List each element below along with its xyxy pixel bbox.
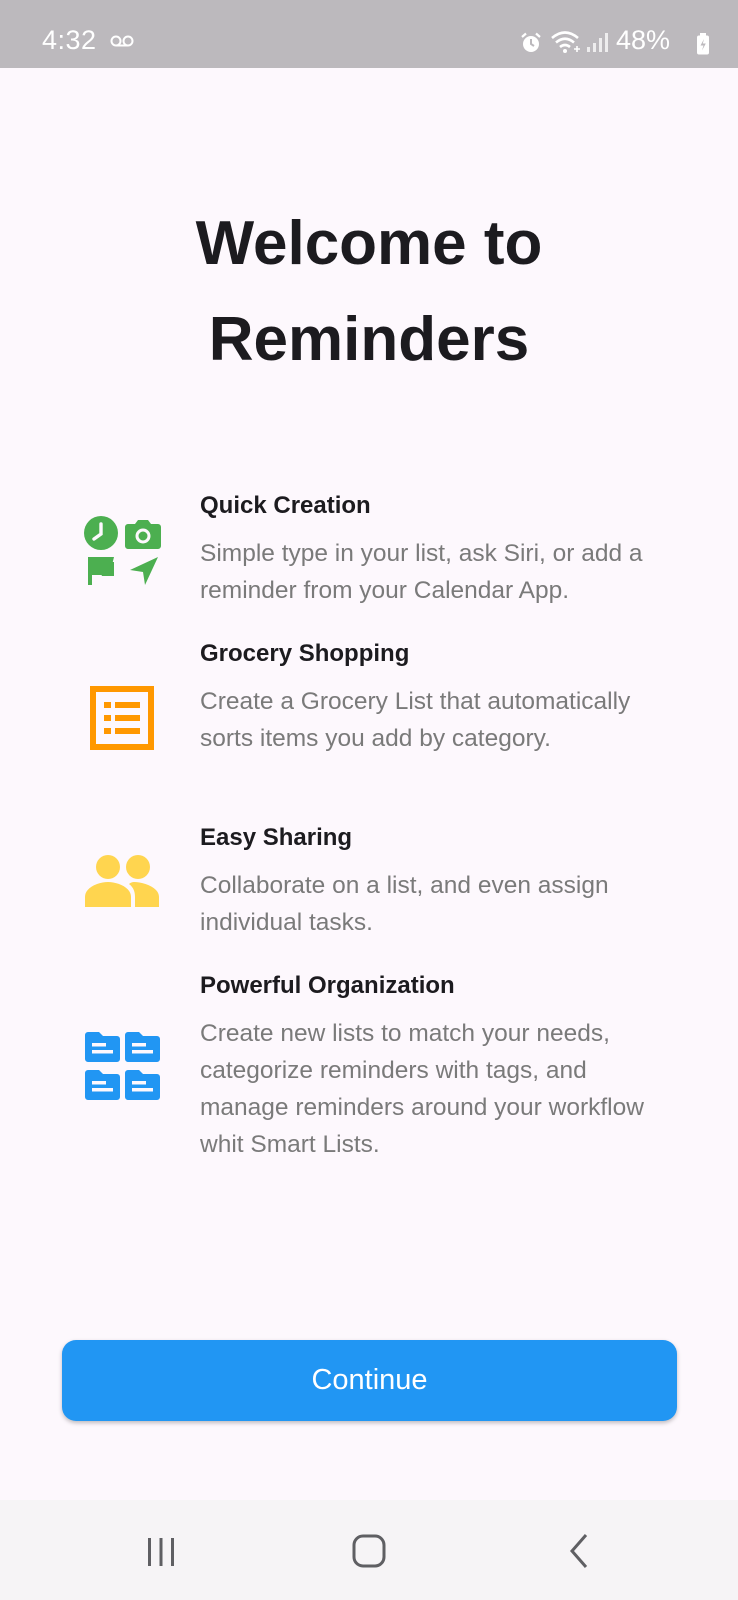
home-icon[interactable] bbox=[350, 1532, 388, 1570]
folders-icon bbox=[85, 1032, 160, 1100]
signal-icon bbox=[587, 33, 608, 52]
recent-apps-icon[interactable] bbox=[142, 1532, 180, 1570]
quick-creation-icon bbox=[84, 516, 161, 585]
feature-title: Powerful Organization bbox=[200, 972, 455, 999]
battery-icon bbox=[697, 33, 709, 55]
people-icon bbox=[85, 855, 159, 907]
voicemail-icon bbox=[110, 35, 134, 47]
back-icon[interactable] bbox=[560, 1532, 598, 1570]
title-line-1: Welcome to bbox=[195, 209, 543, 278]
status-time: 4:32 bbox=[42, 25, 97, 55]
wifi-icon bbox=[551, 31, 580, 53]
title-line-2: Reminders bbox=[208, 305, 530, 374]
feature-title: Grocery Shopping bbox=[200, 640, 410, 667]
feature-title: Quick Creation bbox=[200, 492, 371, 519]
feature-description: Collaborate on a list, and even assign i… bbox=[200, 872, 609, 936]
page-title: Welcome to Reminders bbox=[0, 196, 738, 388]
status-bar: 4:32 48% bbox=[0, 0, 738, 68]
system-nav-bar bbox=[0, 1500, 738, 1600]
feature-description: Simple type in your list, ask Siri, or a… bbox=[200, 540, 643, 604]
feature-description: Create a Grocery List that automatically… bbox=[200, 688, 631, 752]
list-icon bbox=[90, 686, 154, 750]
status-indicators: 48% bbox=[478, 0, 738, 68]
continue-button[interactable]: Continue bbox=[62, 1340, 677, 1421]
feature-description: Create new lists to match your needs, ca… bbox=[200, 1020, 644, 1158]
feature-title: Easy Sharing bbox=[200, 824, 353, 851]
alarm-icon bbox=[521, 32, 541, 52]
battery-percentage: 48% bbox=[616, 25, 671, 55]
